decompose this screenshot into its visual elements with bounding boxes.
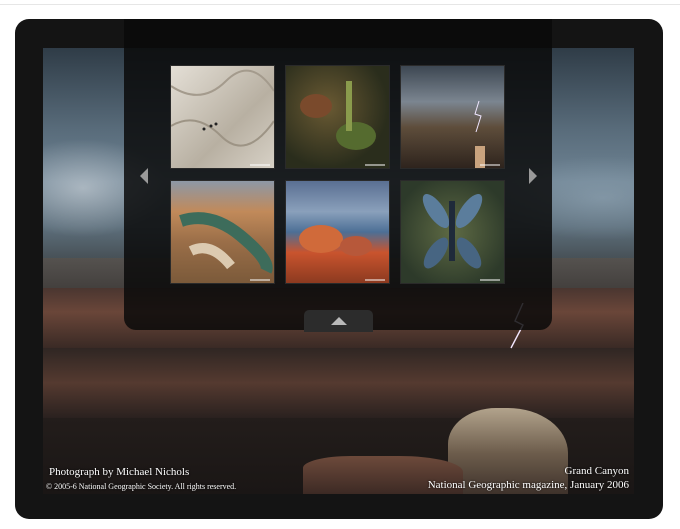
chevron-left-icon[interactable] xyxy=(140,168,148,184)
thumbnail-river-bend[interactable] xyxy=(170,180,275,284)
collapse-drawer-button[interactable] xyxy=(304,310,373,332)
thumbnail-jungle-plants[interactable] xyxy=(285,65,390,169)
chevron-up-icon xyxy=(331,317,347,325)
photo-location: Grand Canyon xyxy=(564,465,629,477)
thumbnail-desert-dunes[interactable] xyxy=(170,65,275,169)
thumbnail-credit xyxy=(365,279,385,281)
rocks-pattern xyxy=(299,225,372,256)
river-pattern xyxy=(179,212,273,274)
thumbnail-dragonfly[interactable] xyxy=(400,180,505,284)
thumbnail-credit xyxy=(365,164,385,166)
photo-credit: Photograph by Michael Nichols xyxy=(49,466,190,478)
plants-pattern xyxy=(300,81,376,150)
thumbnail-canyon-storm[interactable] xyxy=(400,65,505,169)
thumbnail-credit xyxy=(480,279,500,281)
storm-pattern xyxy=(474,100,485,168)
thumbnail-credit xyxy=(250,279,270,281)
thumbnail-credit xyxy=(480,164,500,166)
top-divider xyxy=(0,4,680,5)
chevron-right-icon[interactable] xyxy=(529,168,537,184)
copyright-notice: © 2005-6 National Geographic Society. Al… xyxy=(46,482,237,491)
dunes-pattern xyxy=(171,69,274,147)
dragonfly-pattern xyxy=(422,193,483,269)
canyon-mid-strata xyxy=(43,348,634,418)
photo-source: National Geographic magazine, January 20… xyxy=(427,479,629,491)
thumbnail-red-rocks-lake[interactable] xyxy=(285,180,390,284)
thumbnail-credit xyxy=(250,164,270,166)
